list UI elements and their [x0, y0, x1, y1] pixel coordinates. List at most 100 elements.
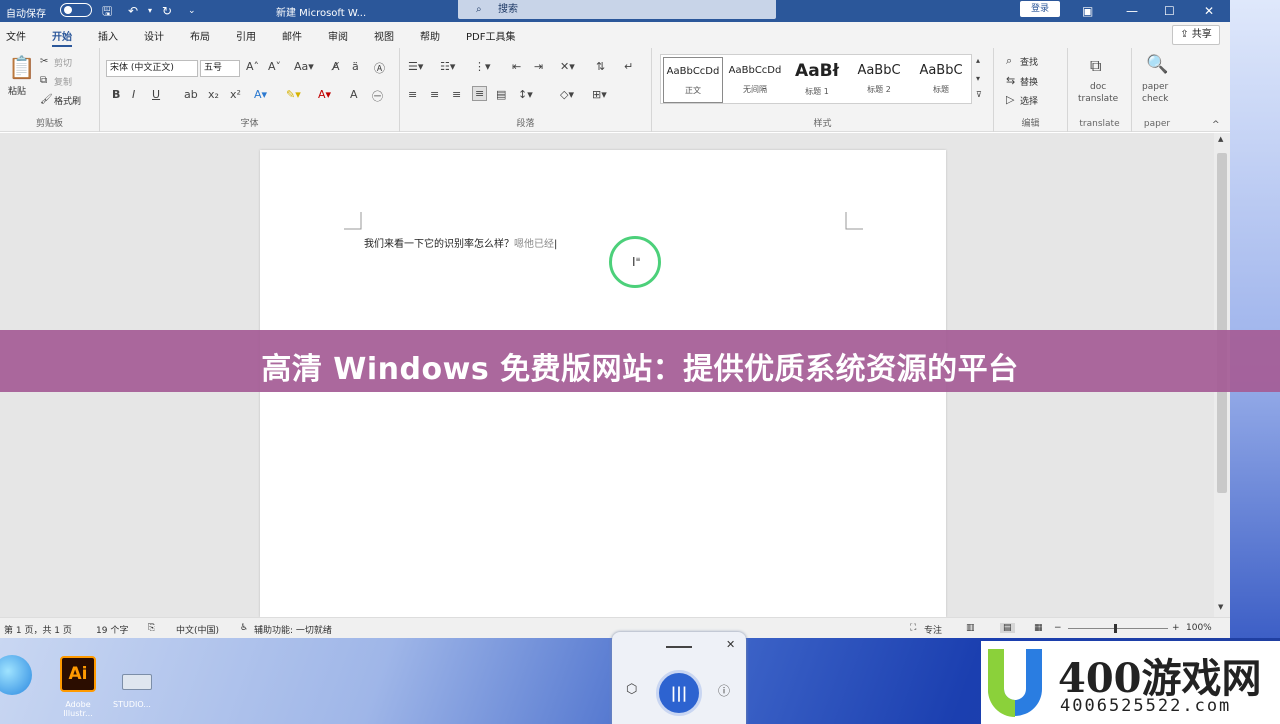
adobe-illustrator-icon[interactable]: Ai [60, 656, 96, 692]
tab-pdf-tools[interactable]: PDF工具集 [466, 28, 515, 43]
paper-check-line2[interactable]: check [1142, 94, 1168, 104]
tab-review[interactable]: 审阅 [328, 28, 348, 43]
web-layout-icon[interactable]: ▦ [1034, 623, 1043, 633]
strikethrough-icon[interactable]: ab [184, 88, 198, 101]
justify-icon[interactable]: ≡ [472, 86, 488, 101]
minimize-icon[interactable]: — [1126, 0, 1138, 22]
superscript-icon[interactable]: x² [230, 88, 241, 101]
autosave-toggle[interactable] [60, 3, 92, 17]
align-center-icon[interactable]: ≡ [430, 88, 439, 101]
paste-label[interactable]: 粘贴 [8, 84, 26, 97]
cut-icon[interactable]: ✂ [40, 56, 48, 67]
scroll-up-icon[interactable]: ▲ [1218, 135, 1223, 143]
redo-icon[interactable]: ↻ [162, 0, 172, 22]
studio-label[interactable]: STUDIO... [113, 700, 151, 709]
doc-translate-line1[interactable]: doc [1090, 82, 1106, 92]
word-count[interactable]: 19 个字 [96, 623, 128, 636]
tab-design[interactable]: 设计 [144, 28, 164, 43]
shading-icon[interactable]: ◇▾ [560, 88, 574, 101]
char-border-icon[interactable]: Ⓐ [374, 60, 385, 76]
style-heading-2[interactable]: AaBbC 标题 2 [849, 57, 909, 103]
underline-icon[interactable]: U [152, 88, 160, 101]
document-text-line[interactable]: 我们来看一下它的识别率怎么样？嗯他已经| [364, 235, 557, 250]
copy-icon[interactable]: ⧉ [40, 75, 47, 86]
line-spacing-icon[interactable]: ↕▾ [518, 88, 533, 101]
cut-label[interactable]: 剪切 [54, 56, 72, 69]
login-button[interactable]: 登录 [1020, 1, 1060, 17]
font-color-icon[interactable]: A▾ [318, 88, 331, 101]
zoom-slider-knob[interactable] [1114, 624, 1117, 633]
collapse-ribbon-icon[interactable]: ^ [1212, 120, 1220, 130]
voice-settings-icon[interactable]: ⬡ [626, 682, 637, 697]
increase-indent-icon[interactable]: ⇥ [534, 60, 543, 73]
bold-icon[interactable]: B [112, 88, 120, 101]
scroll-down-icon[interactable]: ▼ [1218, 603, 1223, 611]
enclose-char-icon[interactable]: ㊀ [372, 88, 383, 104]
maximize-icon[interactable]: ☐ [1164, 0, 1175, 22]
zoom-in-icon[interactable]: + [1172, 623, 1180, 633]
align-left-icon[interactable]: ≡ [408, 88, 417, 101]
accessibility-status[interactable]: 辅助功能: 一切就绪 [254, 623, 332, 636]
focus-label[interactable]: 专注 [924, 623, 942, 636]
select-label[interactable]: 选择 [1020, 94, 1038, 107]
font-size-select[interactable]: 五号 [200, 60, 240, 77]
paste-icon[interactable]: 📋 [8, 56, 35, 81]
voice-panel-drag-handle[interactable] [666, 646, 692, 648]
select-icon[interactable]: ▷ [1006, 93, 1014, 106]
font-name-select[interactable]: 宋体 (中文正文) [106, 60, 198, 77]
tab-view[interactable]: 视图 [374, 28, 394, 43]
text-effects-icon[interactable]: A▾ [254, 88, 267, 101]
voice-mic-button[interactable]: ||| [656, 670, 702, 716]
styles-scroll-up-icon[interactable]: ▴ [976, 56, 980, 65]
style-normal[interactable]: AaBbCcDd 正文 [663, 57, 723, 103]
scrollbar-thumb[interactable] [1217, 153, 1227, 493]
voice-help-icon[interactable]: ⓘ [718, 682, 730, 699]
tab-help[interactable]: 帮助 [420, 28, 440, 43]
copy-label[interactable]: 复制 [54, 75, 72, 88]
paper-check-icon[interactable]: 🔍 [1146, 54, 1168, 75]
paper-check-line1[interactable]: paper [1142, 82, 1168, 92]
find-label[interactable]: 查找 [1020, 55, 1038, 68]
tab-references[interactable]: 引用 [236, 28, 256, 43]
format-painter-icon[interactable]: 🖌 [40, 94, 53, 105]
read-mode-icon[interactable]: ▥ [966, 623, 975, 633]
format-painter-label[interactable]: 格式刷 [54, 94, 81, 107]
search-box[interactable]: ⌕ 搜索 [458, 0, 776, 19]
studio-icon[interactable] [122, 674, 152, 690]
print-layout-icon[interactable]: ▤ [1000, 623, 1015, 633]
focus-icon[interactable]: ⛶ [910, 623, 916, 633]
style-title[interactable]: AaBbC 标题 [911, 57, 971, 103]
align-right-icon[interactable]: ≡ [452, 88, 461, 101]
language[interactable]: 中文(中国) [176, 623, 219, 636]
replace-icon[interactable]: ⇆ [1006, 74, 1015, 87]
zoom-level[interactable]: 100% [1186, 623, 1212, 633]
undo-dropdown-icon[interactable]: ▾ [148, 0, 152, 22]
ribbon-display-icon[interactable]: ▣ [1082, 0, 1093, 22]
replace-label[interactable]: 替换 [1020, 75, 1038, 88]
grow-font-icon[interactable]: A˄ [246, 60, 259, 73]
char-shading-icon[interactable]: A [350, 88, 358, 101]
borders-icon[interactable]: ⊞▾ [592, 88, 607, 101]
sort-icon[interactable]: ⇅ [596, 60, 605, 73]
undo-icon[interactable]: ↶ [128, 0, 138, 22]
save-icon[interactable]: 🖫 [102, 0, 112, 22]
clear-format-icon[interactable]: A̸ [332, 60, 340, 73]
phonetic-icon[interactable]: ä [352, 60, 359, 73]
tab-mailings[interactable]: 邮件 [282, 28, 302, 43]
shrink-font-icon[interactable]: A˅ [268, 60, 281, 73]
tab-layout[interactable]: 布局 [190, 28, 210, 43]
styles-more-icon[interactable]: ⊽ [976, 90, 982, 99]
chinese-layout-icon[interactable]: ✕▾ [560, 60, 575, 73]
find-icon[interactable]: ⌕ [1006, 54, 1012, 68]
decrease-indent-icon[interactable]: ⇤ [512, 60, 521, 73]
italic-icon[interactable]: I [132, 88, 135, 101]
tab-insert[interactable]: 插入 [98, 28, 118, 43]
share-button[interactable]: ⇪ 共享 [1172, 25, 1220, 45]
voice-close-icon[interactable]: ✕ [726, 638, 735, 651]
close-icon[interactable]: ✕ [1204, 0, 1214, 22]
styles-scroll-down-icon[interactable]: ▾ [976, 74, 980, 83]
change-case-icon[interactable]: Aa▾ [294, 60, 314, 73]
multilevel-list-icon[interactable]: ⋮▾ [474, 60, 491, 73]
proofing-icon[interactable]: ⎘ [148, 623, 155, 633]
style-no-spacing[interactable]: AaBbCcDd 无间隔 [725, 57, 785, 103]
